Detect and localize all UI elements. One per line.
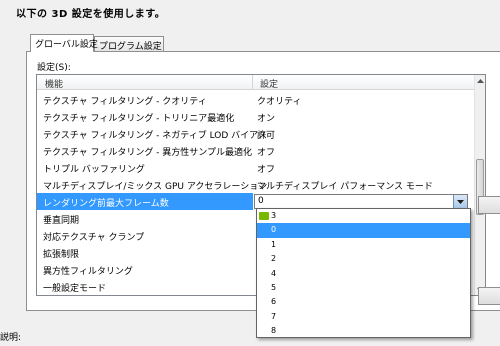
option-label: 3 [271,211,277,220]
dropdown-options-list[interactable]: 3 0 1 2 4 5 6 7 8 [256,208,471,338]
chevron-up-icon [476,78,484,83]
table-row[interactable]: トリプル バッファリング オフ [37,159,475,176]
table-row[interactable]: テクスチャ フィルタリング - ネガティブ LOD バイアス 許可 [37,125,475,142]
page-title: 以下の 3D 設定を使用します。 [16,9,166,20]
setting-value: オン [257,114,276,124]
option-label: 1 [271,239,277,249]
side-button[interactable] [478,287,500,305]
scroll-up-button[interactable] [475,75,485,86]
dropdown-option[interactable]: 2 [257,252,470,266]
nvidia-icon [259,212,269,220]
table-row[interactable]: テクスチャ フィルタリング - 異方性サンプル最適化 オフ [37,142,475,159]
column-divider[interactable] [252,75,253,90]
setting-value: オフ [257,148,276,158]
option-label: 2 [271,254,277,264]
description-label: 説明: [0,333,22,343]
option-label: 0 [271,225,277,235]
chevron-down-icon [457,199,464,204]
option-label: 8 [271,326,277,336]
column-header-setting[interactable]: 設定 [260,77,278,90]
feature-name: テクスチャ フィルタリング - クオリティ [43,97,207,107]
feature-name: レンダリング前最大フレーム数 [43,199,169,209]
tab-global-settings[interactable]: グローバル設定 [30,34,98,52]
setting-value: オフ [257,165,276,175]
table-row[interactable]: テクスチャ フィルタリング - クオリティ クオリティ [37,91,475,108]
feature-name: トリプル バッファリング [43,165,145,175]
feature-name: 垂直同期 [43,216,80,226]
option-label: 7 [271,311,277,321]
vertical-scrollbar[interactable] [474,75,485,295]
setting-value: クオリティ [257,97,302,107]
dropdown-option-highlighted[interactable]: 0 [257,223,470,238]
feature-name: 対応テクスチャ クランプ [43,233,145,243]
list-header: 機能 設定 [37,75,475,90]
feature-name: 一般設定モード [43,284,107,294]
column-header-feature[interactable]: 機能 [45,77,63,90]
option-label: 6 [271,297,277,307]
dropdown-option[interactable]: 7 [257,310,470,324]
max-prerendered-frames-select[interactable]: 0 [254,194,468,209]
option-label: 4 [271,268,277,278]
feature-name: テクスチャ フィルタリング - 異方性サンプル最適化 [43,148,253,158]
dropdown-option[interactable]: 6 [257,295,470,309]
setting-value: マルチディスプレイ パフォーマンス モード [257,182,433,192]
setting-value: 許可 [257,131,276,141]
table-row[interactable]: テクスチャ フィルタリング - トリリニア最適化 オン [37,108,475,125]
side-button[interactable] [478,196,500,214]
tab-program-settings[interactable]: プログラム設定 [94,36,164,52]
dropdown-option[interactable]: 3 [257,209,470,223]
selection-highlight: レンダリング前最大フレーム数 [37,193,253,210]
dropdown-option[interactable]: 8 [257,324,470,338]
table-row[interactable]: マルチディスプレイ/ミックス GPU アクセラレーション マルチディスプレイ パ… [37,176,475,193]
feature-name: テクスチャ フィルタリング - トリリニア最適化 [43,114,235,124]
feature-name: 拡張制限 [43,250,80,260]
select-current-value: 0 [258,196,264,206]
dropdown-option[interactable]: 1 [257,238,470,252]
feature-name: テクスチャ フィルタリング - ネガティブ LOD バイアス [43,131,268,141]
feature-name: マルチディスプレイ/ミックス GPU アクセラレーション [43,182,268,192]
dropdown-option[interactable]: 4 [257,267,470,281]
dropdown-option[interactable]: 5 [257,281,470,295]
option-label: 5 [271,282,277,292]
feature-name: 異方性フィルタリング [43,267,133,277]
settings-label: 設定(S): [37,63,71,73]
dropdown-button[interactable] [453,195,467,208]
